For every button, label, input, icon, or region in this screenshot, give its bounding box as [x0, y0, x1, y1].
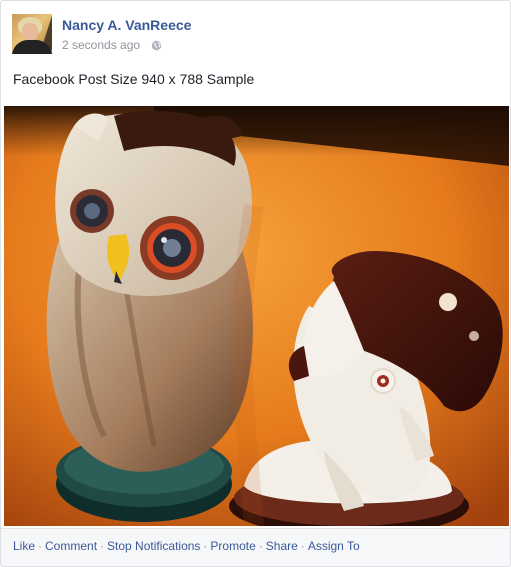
globe-icon[interactable]	[151, 40, 162, 51]
post-meta: 2 seconds ago	[62, 38, 162, 52]
post-text: Facebook Post Size 940 x 788 Sample	[13, 71, 255, 87]
assign-to-link[interactable]: Assign To	[308, 539, 360, 553]
separator: ·	[100, 539, 105, 553]
separator: ·	[300, 539, 305, 553]
post-timestamp[interactable]: 2 seconds ago	[62, 38, 140, 52]
post-photo[interactable]	[4, 106, 509, 526]
share-link[interactable]: Share	[266, 539, 298, 553]
stop-notifications-link[interactable]: Stop Notifications	[107, 539, 200, 553]
promote-link[interactable]: Promote	[210, 539, 255, 553]
avatar[interactable]	[12, 14, 52, 54]
separator: ·	[258, 539, 263, 553]
separator: ·	[38, 539, 43, 553]
separator: ·	[203, 539, 208, 553]
action-bar: Like · Comment · Stop Notifications · Promote ·…	[1, 528, 510, 566]
like-link[interactable]: Like	[13, 539, 35, 553]
comment-link[interactable]: Comment	[45, 539, 97, 553]
post-card: Nancy A. VanReece 2 seconds ago Facebook…	[0, 0, 511, 567]
author-name[interactable]: Nancy A. VanReece	[62, 17, 191, 33]
